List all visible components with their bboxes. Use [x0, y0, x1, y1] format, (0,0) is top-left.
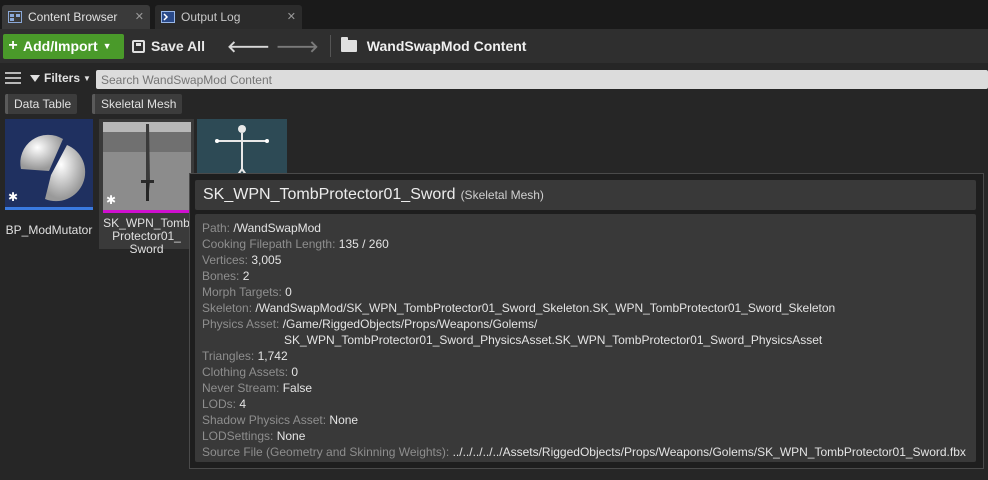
tooltip-row-vertices: Vertices: 3,005 [202, 253, 282, 267]
tooltip-row-physics-asset-cont: SK_WPN_TombProtector01_Sword_PhysicsAsse… [284, 333, 823, 347]
filter-row: Filters ▼ [0, 66, 988, 90]
filter-chip-skeletal-mesh[interactable]: Skeletal Mesh [92, 94, 183, 114]
asset-tile-bp-modmutator[interactable]: ✱ BP_ModMutator [5, 119, 93, 237]
tooltip-row-clothing-assets: Clothing Assets: 0 [202, 365, 299, 379]
tooltip-row-lods: LODs: 4 [202, 397, 247, 411]
tooltip-body: Path: /WandSwapMod Cooking Filepath Leng… [195, 214, 976, 462]
tooltip-row-lod-settings: LODSettings: None [202, 429, 306, 443]
asset-tooltip: SK_WPN_TombProtector01_Sword (Skeletal M… [189, 173, 984, 469]
divider [329, 35, 331, 57]
plus-icon: + [8, 37, 18, 54]
add-import-button[interactable]: + Add/Import ▼ [3, 33, 124, 59]
filters-label: Filters [44, 71, 81, 85]
search-input[interactable] [96, 70, 988, 89]
folder-icon [340, 37, 357, 52]
tooltip-header: SK_WPN_TombProtector01_Sword (Skeletal M… [195, 180, 976, 210]
tooltip-row-cooking-filepath-length: Cooking Filepath Length: 135 / 260 [202, 237, 389, 251]
tooltip-row-skeleton: Skeleton: /WandSwapMod/SK_WPN_TombProtec… [202, 301, 836, 315]
asset-thumbnail [197, 119, 287, 179]
save-all-button[interactable]: Save All [132, 38, 205, 54]
tooltip-type: (Skeletal Mesh) [460, 188, 544, 202]
asset-tile-sk-wpn-tombprotector01-sword[interactable]: ✱ SK_WPN_Tomb Protector01_ Sword [99, 119, 194, 256]
tab-label: Content Browser [28, 10, 118, 24]
tab-output-log[interactable]: Output Log ✕ [155, 5, 302, 29]
tooltip-row-bones: Bones: 2 [202, 269, 250, 283]
chevron-down-icon: ▼ [83, 73, 91, 83]
skeleton-icon [215, 125, 269, 179]
chevron-down-icon: ▼ [102, 41, 112, 51]
tab-content-browser[interactable]: Content Browser ✕ [2, 5, 150, 29]
filter-icon [30, 74, 40, 82]
output-log-icon [161, 11, 175, 23]
add-import-label: Add/Import [23, 38, 98, 54]
asset-type-color-bar [103, 210, 191, 213]
filters-button[interactable]: Filters ▼ [30, 71, 91, 85]
tooltip-row-morph-targets: Morph Targets: 0 [202, 285, 292, 299]
tab-label: Output Log [181, 10, 241, 24]
sphere-icon [20, 134, 86, 202]
close-icon[interactable]: ✕ [135, 10, 144, 23]
toolbar: + Add/Import ▼ Save All 🡐 🡒 WandSwapMod … [0, 29, 988, 63]
tooltip-row-shadow-physics-asset: Shadow Physics Asset: None [202, 413, 359, 427]
tooltip-row-source-file: Source File (Geometry and Skinning Weigh… [202, 445, 966, 459]
modified-star-icon: ✱ [106, 193, 117, 207]
tooltip-row-physics-asset: Physics Asset: /Game/RiggedObjects/Props… [202, 317, 538, 331]
close-icon[interactable]: ✕ [287, 10, 296, 23]
back-arrow-icon[interactable]: 🡐 [227, 36, 270, 57]
asset-type-color-bar [5, 207, 93, 210]
modified-star-icon: ✱ [8, 190, 19, 204]
tooltip-row-never-stream: Never Stream: False [202, 381, 313, 395]
tooltip-title: SK_WPN_TombProtector01_Sword [203, 186, 456, 203]
filter-chip-data-table[interactable]: Data Table [5, 94, 78, 114]
asset-name: BP_ModMutator [5, 223, 93, 237]
breadcrumb[interactable]: WandSwapMod Content [367, 38, 527, 54]
asset-thumbnail: ✱ [5, 119, 93, 207]
sources-list-icon[interactable] [5, 72, 21, 84]
chip-label: Skeletal Mesh [101, 97, 177, 111]
asset-name: SK_WPN_Tomb Protector01_ Sword [103, 216, 190, 256]
content-browser-icon [8, 11, 22, 23]
chip-label: Data Table [14, 97, 72, 111]
tab-bar: Content Browser ✕ Output Log ✕ [0, 0, 988, 29]
tooltip-row-triangles: Triangles: 1,742 [202, 349, 288, 363]
forward-arrow-icon[interactable]: 🡒 [276, 36, 319, 57]
asset-thumbnail: ✱ [103, 122, 191, 210]
sword-mesh-icon [141, 124, 154, 201]
save-all-label: Save All [151, 38, 205, 54]
asset-tile-skeleton[interactable] [197, 119, 287, 179]
save-icon [132, 39, 145, 53]
tooltip-row-path: Path: /WandSwapMod [202, 221, 321, 235]
